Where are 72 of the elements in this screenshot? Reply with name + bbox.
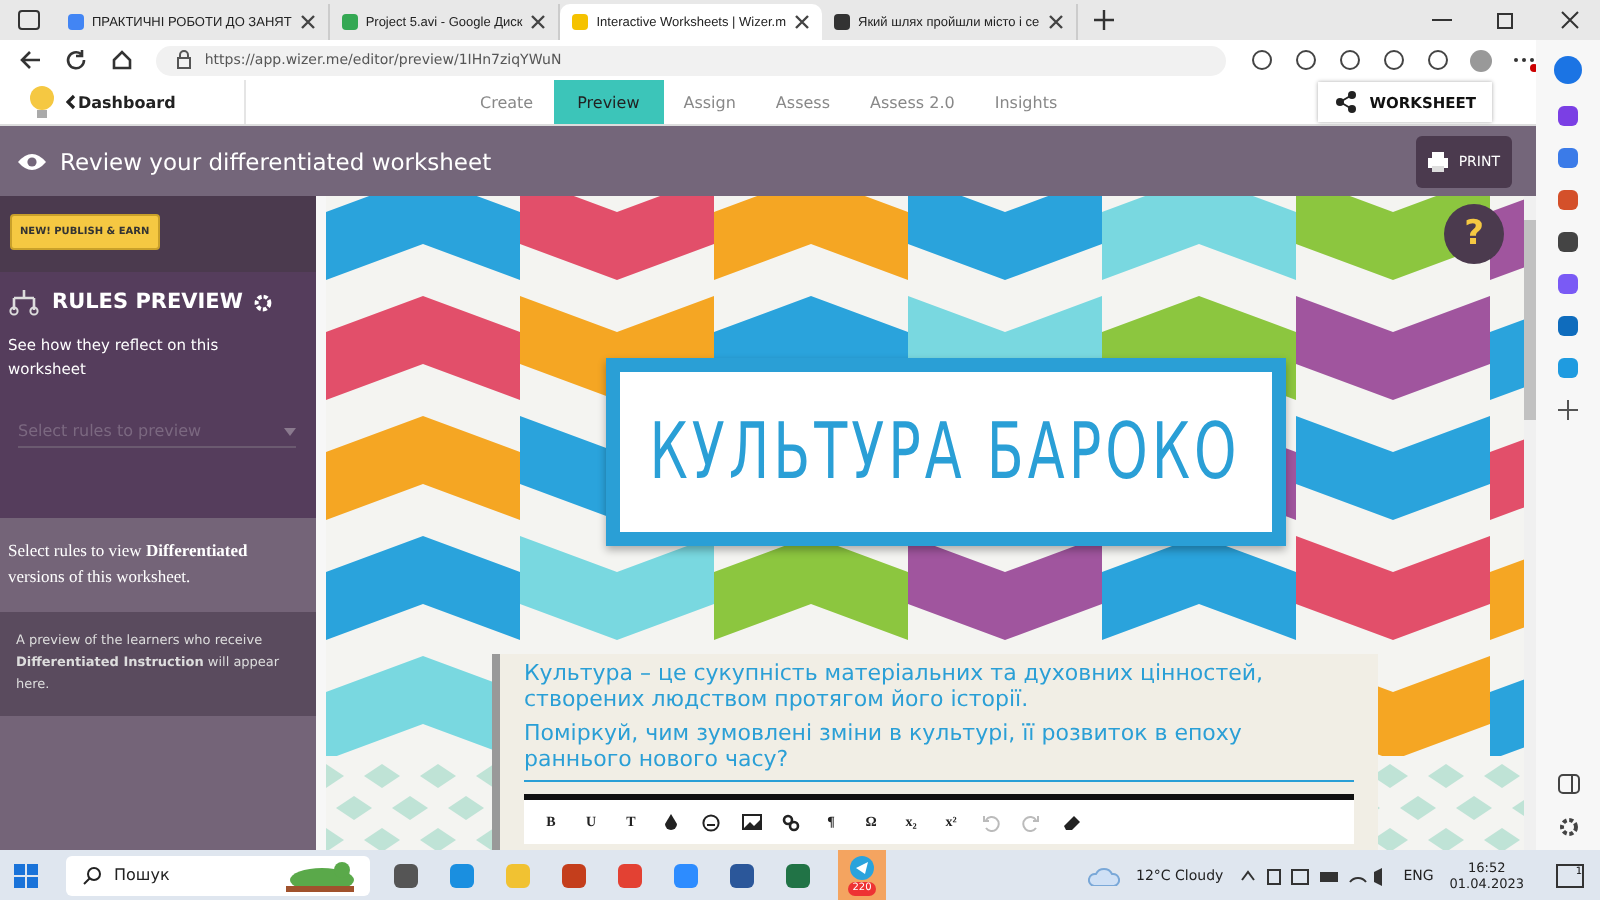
restore-icon[interactable]	[1496, 10, 1516, 30]
add-icon[interactable]	[1558, 400, 1578, 420]
tab-actions-icon[interactable]	[18, 10, 40, 30]
nav-tab[interactable]: Create	[460, 80, 554, 124]
undo-icon	[982, 813, 1000, 831]
taskbar-app-icon[interactable]	[394, 863, 418, 887]
taskbar-app-icon[interactable]	[450, 863, 474, 887]
redo-icon	[1022, 813, 1040, 831]
close-icon[interactable]	[1047, 14, 1064, 30]
hierarchy-icon	[8, 288, 40, 316]
taskbar-app-icon[interactable]	[562, 863, 586, 887]
taskbar-app-icon[interactable]	[618, 863, 642, 887]
question-text: Культура – це сукупність матеріальних та духовних цінностей, створених людством протягом його історії.	[524, 660, 1266, 712]
settings-icon[interactable]	[1557, 816, 1579, 838]
rules-title: RULES PREVIEW	[52, 290, 243, 314]
question-text: Поміркуй, чим зумовлені зміни в культурі, її розвиток в епоху раннього нового часу?	[524, 720, 1244, 772]
favicon-icon	[834, 14, 851, 30]
sidebar-app-icon[interactable]	[1558, 316, 1578, 336]
lock-icon	[176, 50, 193, 70]
browser-toolbar-icon[interactable]	[1338, 48, 1363, 72]
eraser-icon	[1061, 814, 1081, 830]
smiley-icon	[702, 813, 720, 831]
close-icon[interactable]	[794, 14, 811, 30]
share-icon	[1333, 90, 1358, 114]
browser-toolbar-icon[interactable]	[1250, 48, 1275, 72]
back-icon[interactable]	[18, 48, 41, 72]
browser-toolbar-icon[interactable]	[1426, 48, 1451, 72]
paper-plane-icon	[850, 855, 874, 879]
cloud-icon	[1088, 865, 1121, 885]
printer-icon	[1428, 151, 1449, 171]
favicon-icon	[572, 14, 589, 30]
new-tab-icon[interactable]	[1093, 10, 1114, 30]
chevron-left-icon[interactable]	[66, 94, 76, 110]
taskbar-app-icon[interactable]	[730, 863, 754, 887]
profile-avatar[interactable]	[1470, 49, 1493, 71]
favicon-icon	[341, 14, 358, 30]
taskbar-app-icon[interactable]	[674, 863, 698, 887]
lightbulb-icon	[28, 84, 56, 120]
sidebar-app-icon[interactable]	[1558, 232, 1578, 252]
browser-toolbar-icon[interactable]	[1294, 48, 1319, 72]
tray-icons-drawing[interactable]	[1239, 865, 1388, 885]
sidebar-app-icon[interactable]	[1558, 274, 1578, 294]
sidebar-app-icon[interactable]	[1558, 190, 1578, 210]
taskbar-search-field[interactable]: Пошук	[66, 855, 370, 895]
favicon-icon	[68, 14, 84, 30]
windows-start-icon[interactable]	[14, 863, 38, 887]
caret-down-icon	[284, 427, 296, 435]
sidebar-app-icon[interactable]	[1558, 106, 1578, 126]
image-icon	[741, 814, 761, 830]
nav-tab[interactable]: Insights	[974, 80, 1078, 124]
close-icon[interactable]	[299, 14, 316, 30]
nav-tab[interactable]: Preview	[553, 80, 664, 124]
browser-toolbar-icon[interactable]	[1382, 48, 1407, 72]
nav-tab[interactable]: Assess	[755, 80, 850, 124]
panel-icon[interactable]	[1557, 774, 1579, 794]
close-icon[interactable]	[530, 14, 547, 30]
nav-tab[interactable]: Assess 2.0	[850, 80, 975, 124]
reload-icon[interactable]	[64, 48, 87, 72]
taskbar-app-icon[interactable]	[786, 863, 810, 887]
dashboard-link[interactable]: Dashboard	[78, 93, 176, 111]
close-icon[interactable]	[1560, 10, 1580, 30]
nav-tab[interactable]: Assign	[663, 80, 756, 124]
home-icon[interactable]	[110, 48, 133, 72]
search-icon	[82, 865, 102, 885]
link-icon	[782, 813, 800, 831]
worksheet-title: КУЛЬТУРА БАРОКО	[649, 406, 1241, 498]
page-title: Review your differentiated worksheet	[60, 147, 492, 175]
eye-icon	[16, 151, 48, 171]
info-text: Select rules to view Differentiated versions of this worksheet.	[8, 540, 248, 586]
sidebar-app-icon[interactable]	[1558, 148, 1578, 168]
drop-icon	[664, 813, 678, 831]
sidebar-app-icon[interactable]	[1554, 56, 1582, 84]
